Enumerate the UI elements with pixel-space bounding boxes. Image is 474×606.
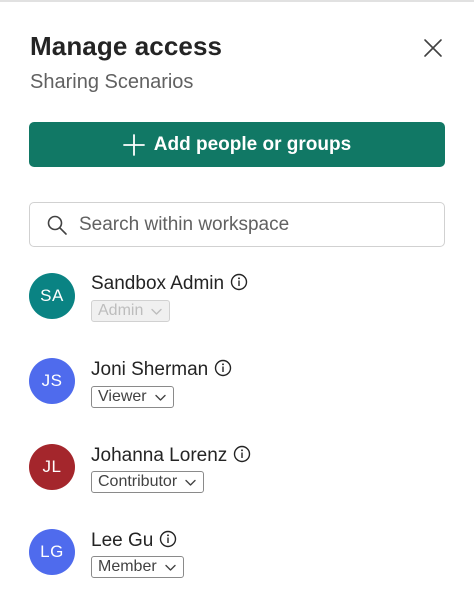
- role-dropdown[interactable]: Viewer: [91, 386, 174, 408]
- chevron-down-icon: [184, 476, 197, 489]
- role-dropdown[interactable]: Contributor: [91, 471, 205, 493]
- member-row: JS Joni Sherman Viewer: [29, 358, 449, 418]
- add-people-or-groups-button[interactable]: Add people or groups: [29, 122, 445, 167]
- manage-access-panel: Manage access Sharing Scenarios Add peop…: [0, 0, 474, 606]
- avatar: SA: [29, 273, 75, 319]
- chevron-down-icon: [154, 391, 167, 404]
- role-value: Viewer: [98, 388, 147, 405]
- close-icon: [424, 39, 442, 57]
- role-dropdown[interactable]: Member: [91, 556, 184, 578]
- chevron-down-icon: [164, 561, 177, 574]
- info-icon[interactable]: [159, 530, 177, 548]
- plus-icon: [122, 133, 145, 156]
- member-row: LG Lee Gu Member: [29, 529, 449, 589]
- add-people-or-groups-label: Add people or groups: [153, 133, 352, 155]
- role-value: Member: [98, 558, 157, 575]
- chevron-down-icon: [150, 305, 163, 318]
- avatar: JL: [29, 444, 75, 490]
- member-name-container: Lee Gu: [91, 530, 177, 552]
- panel-subtitle: Sharing Scenarios: [30, 71, 194, 93]
- member-row: SA Sandbox Admin Admin: [29, 273, 449, 333]
- member-name-container: Sandbox Admin: [91, 273, 248, 295]
- member-name-container: Joni Sherman: [91, 359, 232, 381]
- search-icon: [46, 214, 68, 236]
- info-icon[interactable]: [230, 273, 248, 291]
- info-icon[interactable]: [214, 359, 232, 377]
- role-value: Contributor: [98, 473, 178, 490]
- member-name-container: Johanna Lorenz: [91, 445, 251, 467]
- search-box[interactable]: [29, 202, 445, 247]
- member-name: Lee Gu: [91, 530, 154, 551]
- panel-title: Manage access: [30, 31, 223, 61]
- close-button[interactable]: [420, 35, 446, 61]
- member-name: Johanna Lorenz: [91, 445, 228, 466]
- info-icon[interactable]: [233, 445, 251, 463]
- role-value: Admin: [98, 302, 144, 319]
- member-name: Sandbox Admin: [91, 273, 225, 294]
- member-row: JL Johanna Lorenz Contributor: [29, 444, 449, 504]
- avatar: LG: [29, 529, 75, 575]
- avatar: JS: [29, 358, 75, 404]
- role-dropdown: Admin: [91, 300, 171, 322]
- search-input[interactable]: [77, 212, 421, 237]
- member-name: Joni Sherman: [91, 359, 209, 380]
